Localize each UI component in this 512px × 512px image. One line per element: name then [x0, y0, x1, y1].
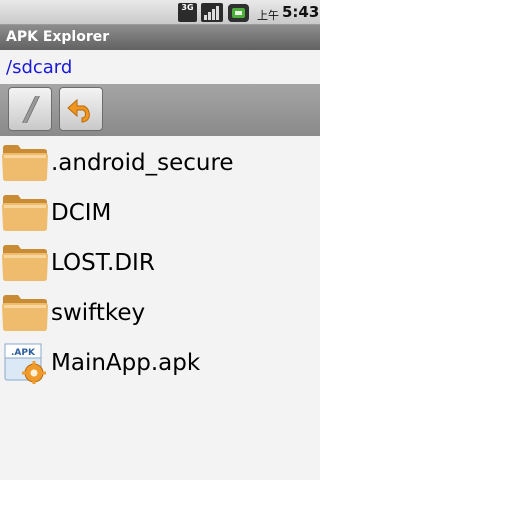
file-name: LOST.DIR [51, 250, 155, 276]
apk-file-icon: .APK [4, 343, 46, 384]
folder-icon [2, 145, 48, 181]
file-name: MainApp.apk [51, 350, 201, 376]
file-list: .android_secure DCIM LOST.DIR swiftkey .… [0, 138, 320, 388]
app-title: APK Explorer [6, 29, 110, 45]
folder-icon [2, 195, 48, 231]
clock: 5:43 [282, 3, 320, 21]
list-item[interactable]: DCIM [0, 188, 320, 238]
apk-badge: .APK [11, 348, 36, 358]
signal-strength-icon [201, 3, 223, 22]
slash-icon [22, 96, 40, 123]
current-path: /sdcard [6, 57, 73, 78]
phone-screen: 3G 上午 5:43 APK Explorer /sdcard .android… [0, 0, 320, 480]
back-arrow-icon [67, 98, 90, 123]
file-name: DCIM [51, 200, 112, 226]
time-prefix: 上午 [257, 9, 279, 22]
toolbar [0, 84, 320, 136]
list-item[interactable]: swiftkey [0, 288, 320, 338]
list-item[interactable]: .android_secure [0, 138, 320, 188]
file-name: .android_secure [51, 150, 234, 176]
app-notification-icon [228, 4, 249, 22]
folder-icon [2, 295, 48, 331]
file-name: swiftkey [51, 300, 146, 326]
list-item[interactable]: LOST.DIR [0, 238, 320, 288]
network-type-label: 3G [181, 3, 194, 12]
list-item[interactable]: .APK MainApp.apk [0, 338, 320, 388]
status-bar: 3G 上午 5:43 [0, 0, 320, 25]
root-directory-button[interactable] [8, 87, 52, 131]
parent-directory-button[interactable] [59, 87, 103, 131]
title-bar: APK Explorer [0, 25, 320, 50]
folder-icon [2, 245, 48, 281]
3g-signal-icon: 3G [178, 3, 197, 22]
